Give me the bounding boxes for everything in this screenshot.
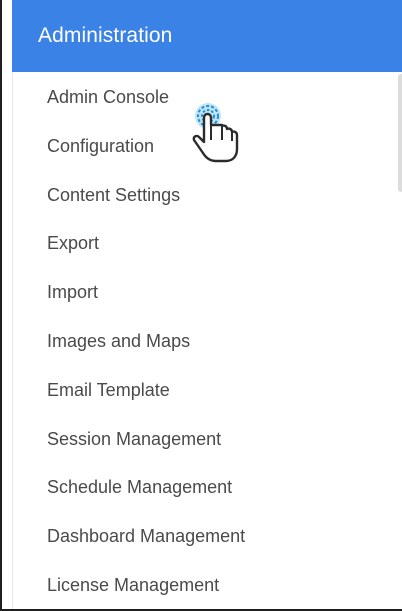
menu-item-content-settings[interactable]: Content Settings <box>13 171 402 220</box>
menu-item-dashboard-management[interactable]: Dashboard Management <box>13 512 402 561</box>
menu-item-import[interactable]: Import <box>13 268 402 317</box>
menu-item-images-and-maps[interactable]: Images and Maps <box>13 317 402 366</box>
menu-item-configuration[interactable]: Configuration <box>13 122 402 171</box>
admin-menu: Admin Console Configuration Content Sett… <box>12 72 402 609</box>
menu-item-export[interactable]: Export <box>13 220 402 269</box>
menu-scrollbar[interactable] <box>398 74 402 192</box>
administration-panel: Administration Admin Console Configurati… <box>0 0 402 611</box>
panel-title: Administration <box>38 24 173 47</box>
menu-item-admin-console[interactable]: Admin Console <box>13 72 402 122</box>
panel-header: Administration <box>12 0 402 72</box>
menu-item-session-management[interactable]: Session Management <box>13 415 402 464</box>
menu-item-license-management[interactable]: License Management <box>13 561 402 610</box>
menu-item-schedule-management[interactable]: Schedule Management <box>13 464 402 513</box>
menu-item-email-template[interactable]: Email Template <box>13 366 402 415</box>
menu-list: Admin Console Configuration Content Sett… <box>13 72 402 610</box>
